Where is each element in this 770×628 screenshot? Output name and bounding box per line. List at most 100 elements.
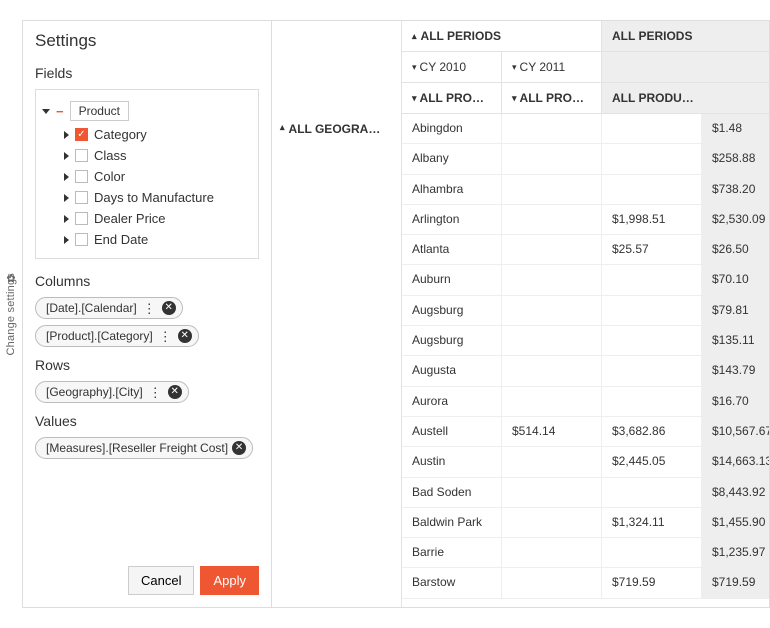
settings-title: Settings: [35, 31, 259, 51]
tree-root-product[interactable]: − Product: [42, 98, 252, 124]
chevron-down-icon: ▾: [512, 62, 517, 73]
city-cell[interactable]: Aurora: [402, 387, 502, 416]
fields-label: Fields: [35, 65, 259, 81]
total-cell: $2,530.09: [702, 205, 769, 234]
city-cell[interactable]: Augsburg: [402, 296, 502, 325]
value-cell: [602, 356, 702, 385]
field-pill[interactable]: [Geography].[City] ⋮ ✕: [35, 381, 189, 403]
caret-down-icon: [42, 109, 50, 114]
tree-item[interactable]: Days to Manufacture: [42, 187, 252, 208]
value-cell: [502, 175, 602, 204]
pill-label: [Geography].[City]: [46, 385, 143, 399]
city-cell[interactable]: Augusta: [402, 356, 502, 385]
total-cell: $70.10: [702, 265, 769, 294]
city-cell[interactable]: Austell: [402, 417, 502, 446]
col-all-periods[interactable]: ▴ALL PERIODS: [402, 21, 601, 51]
more-icon[interactable]: ⋮: [147, 386, 164, 399]
col-allpro-2[interactable]: ▾ALL PRO…: [502, 83, 602, 113]
more-icon[interactable]: ⋮: [157, 330, 174, 343]
city-cell[interactable]: Arlington: [402, 205, 502, 234]
tree-item[interactable]: ✓ Category: [42, 124, 252, 145]
checkbox[interactable]: [75, 233, 88, 246]
value-cell: $719.59: [602, 568, 702, 597]
city-cell[interactable]: Augsburg: [402, 326, 502, 355]
table-row: Aurora $16.70: [402, 387, 769, 417]
table-row: Bad Soden $8,443.92: [402, 478, 769, 508]
col-total-periods[interactable]: ALL PERIODS: [602, 21, 769, 51]
table-row: Atlanta$25.57$26.50: [402, 235, 769, 265]
remove-icon[interactable]: ✕: [232, 441, 246, 455]
value-cell: [502, 478, 602, 507]
caret-right-icon: [64, 131, 69, 139]
value-cell: [502, 387, 602, 416]
value-cell: [502, 447, 602, 476]
value-cell: [602, 296, 702, 325]
total-cell: $16.70: [702, 387, 769, 416]
total-cell: $719.59: [702, 568, 769, 597]
tree-item-label: Dealer Price: [94, 211, 166, 226]
total-cell: $135.11: [702, 326, 769, 355]
city-cell[interactable]: Bad Soden: [402, 478, 502, 507]
field-pill[interactable]: [Date].[Calendar] ⋮ ✕: [35, 297, 183, 319]
field-pill[interactable]: [Product].[Category] ⋮ ✕: [35, 325, 199, 347]
city-cell[interactable]: Atlanta: [402, 235, 502, 264]
total-cell: $8,443.92: [702, 478, 769, 507]
value-cell: [502, 568, 602, 597]
table-row: Barrie$1,235.97: [402, 538, 769, 568]
value-cell: [502, 235, 602, 264]
col-cy2011[interactable]: ▾CY 2011: [502, 52, 602, 82]
value-cell: $1,998.51: [602, 205, 702, 234]
city-cell[interactable]: Austin: [402, 447, 502, 476]
more-icon[interactable]: ⋮: [141, 302, 158, 315]
field-pill[interactable]: [Measures].[Reseller Freight Cost] ✕: [35, 437, 253, 459]
tree-item[interactable]: Color: [42, 166, 252, 187]
chevron-down-icon: ▾: [412, 62, 417, 73]
city-cell[interactable]: Barrie: [402, 538, 502, 567]
values-label: Values: [35, 413, 259, 429]
table-row: Austell$514.14$3,682.86$10,567.67: [402, 417, 769, 447]
remove-icon[interactable]: ✕: [178, 329, 192, 343]
caret-right-icon: [64, 215, 69, 223]
columns-label: Columns: [35, 273, 259, 289]
tree-item[interactable]: Class: [42, 145, 252, 166]
value-cell: $25.57: [602, 235, 702, 264]
value-cell: [502, 326, 602, 355]
change-settings-rail[interactable]: ✿ Change settings: [0, 20, 22, 608]
apply-button[interactable]: Apply: [200, 566, 259, 595]
pill-label: [Date].[Calendar]: [46, 301, 137, 315]
table-row: Abingdon$1.48: [402, 114, 769, 144]
checkbox[interactable]: [75, 191, 88, 204]
checkbox[interactable]: ✓: [75, 128, 88, 141]
city-cell[interactable]: Barstow: [402, 568, 502, 597]
city-cell[interactable]: Albany: [402, 144, 502, 173]
city-cell[interactable]: Abingdon: [402, 114, 502, 143]
pill-label: [Measures].[Reseller Freight Cost]: [46, 441, 228, 455]
value-cell: [602, 387, 702, 416]
col-cy2010[interactable]: ▾CY 2010: [402, 52, 502, 82]
row-all-geography[interactable]: ▴ ALL GEOGRA…: [272, 114, 402, 607]
tree-item-label: Category: [94, 127, 147, 142]
pill-label: [Product].[Category]: [46, 329, 153, 343]
checkbox[interactable]: [75, 149, 88, 162]
city-cell[interactable]: Auburn: [402, 265, 502, 294]
col-total-products[interactable]: ALL PRODU…: [602, 83, 769, 113]
value-cell: [602, 144, 702, 173]
value-cell: $3,682.86: [602, 417, 702, 446]
tree-item-label: Color: [94, 169, 125, 184]
col-allpro-1[interactable]: ▾ALL PRO…: [402, 83, 502, 113]
checkbox[interactable]: [75, 212, 88, 225]
change-settings-label: Change settings: [5, 273, 17, 356]
table-row: Baldwin Park$1,324.11$1,455.90: [402, 508, 769, 538]
chevron-up-icon: ▴: [280, 122, 285, 599]
value-cell: [602, 326, 702, 355]
tree-item[interactable]: End Date: [42, 229, 252, 250]
remove-icon[interactable]: ✕: [162, 301, 176, 315]
city-cell[interactable]: Baldwin Park: [402, 508, 502, 537]
value-cell: [502, 114, 602, 143]
table-row: Arlington $1,998.51$2,530.09: [402, 205, 769, 235]
cancel-button[interactable]: Cancel: [128, 566, 194, 595]
tree-item[interactable]: Dealer Price: [42, 208, 252, 229]
city-cell[interactable]: Alhambra: [402, 175, 502, 204]
remove-icon[interactable]: ✕: [168, 385, 182, 399]
checkbox[interactable]: [75, 170, 88, 183]
